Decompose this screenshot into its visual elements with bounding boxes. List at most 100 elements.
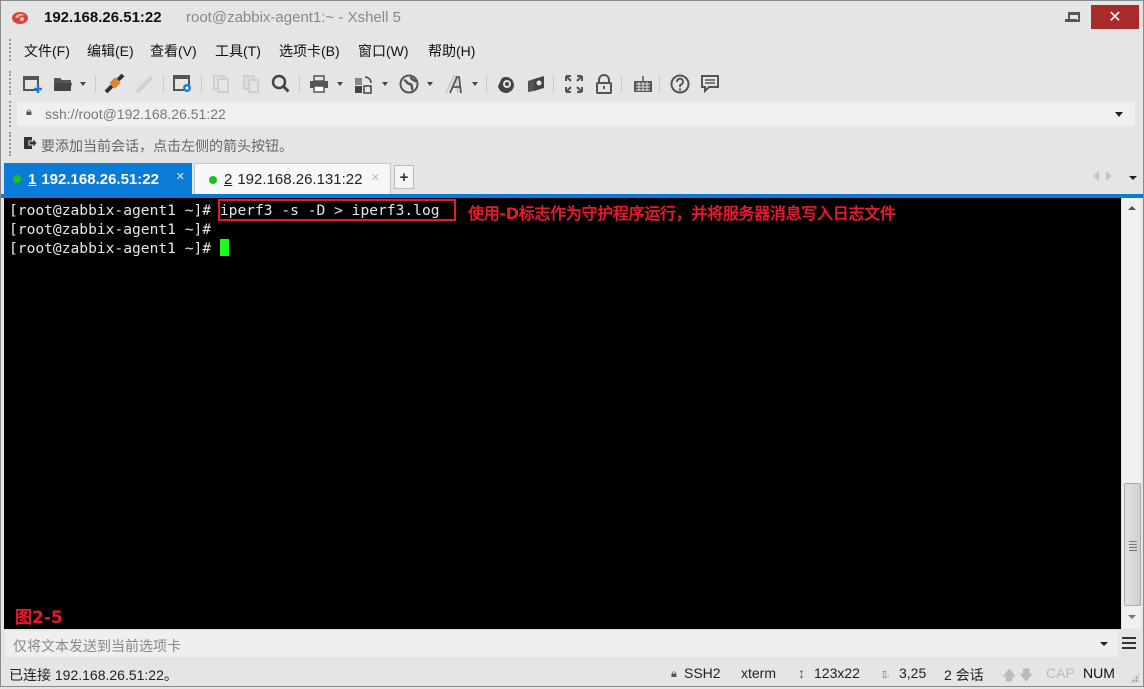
transfer-button[interactable]: [353, 73, 375, 95]
globe-dropdown-icon[interactable]: [427, 82, 433, 86]
caps-lock-indicator: CAP: [1046, 665, 1075, 681]
connect-button[interactable]: [103, 73, 125, 95]
compose-menu-icon[interactable]: [1122, 637, 1136, 652]
session-hint-text: 要添加当前会话，点击左侧的箭头按钮。: [41, 138, 293, 154]
tab-scroll-left-icon[interactable]: [1093, 171, 1099, 181]
print-icon: [310, 75, 328, 93]
toolbar-separator: [95, 75, 96, 93]
keyboard-icon: [634, 76, 652, 92]
terminal-size-status: 123x22: [814, 665, 860, 681]
shell-prompt: [root@zabbix-agent1 ~]#: [9, 221, 220, 238]
fullscreen-button[interactable]: [563, 73, 585, 95]
font-button[interactable]: [444, 73, 466, 95]
properties-icon: [173, 75, 191, 92]
xftp-button[interactable]: [495, 73, 517, 95]
close-button[interactable]: ✕: [1091, 5, 1139, 29]
xftp-icon: [498, 76, 514, 93]
toolbar-separator: [621, 75, 622, 93]
tab-label: 192.168.26.51:22: [41, 170, 159, 188]
toolbar-separator: [659, 75, 660, 93]
scrollbar-thumb[interactable]: [1124, 483, 1141, 606]
tab-scroll-right-icon[interactable]: [1106, 171, 1112, 181]
toolbar-separator: [553, 75, 554, 93]
address-bar[interactable]: 🔒︎ ssh://root@192.168.26.51:22: [17, 102, 1135, 126]
address-dropdown-icon[interactable]: [1115, 112, 1123, 117]
menu-help[interactable]: 帮助(H): [428, 41, 475, 61]
status-bar: 已连接 192.168.26.51:22。 🔒︎ SSH2 xterm ↕ 12…: [1, 660, 1143, 686]
toolbar-separator: [163, 75, 164, 93]
disconnect-icon: [135, 75, 154, 94]
open-button[interactable]: [52, 73, 74, 95]
hintbar-grip[interactable]: [9, 132, 11, 156]
menu-tools[interactable]: 工具(T): [215, 41, 261, 61]
thumb-grip-icon: [1129, 541, 1137, 553]
new-session-button[interactable]: [22, 73, 44, 95]
xmanager-button[interactable]: [525, 73, 547, 95]
menubar-grip[interactable]: [9, 39, 11, 61]
toolbar-grip[interactable]: [9, 71, 11, 95]
title-bar: 192.168.26.51:22 root@zabbix-agent1:~ - …: [1, 1, 1143, 35]
tab-list-dropdown-icon[interactable]: [1129, 176, 1137, 180]
toolbar: [1, 67, 1143, 99]
menu-window[interactable]: 窗口(W): [358, 41, 409, 61]
window-resize-grip[interactable]: [1129, 673, 1139, 683]
new-tab-button[interactable]: +: [394, 165, 414, 189]
globe-button[interactable]: [398, 73, 420, 95]
terminal-output[interactable]: [root@zabbix-agent1 ~]# iperf3 -s -D > i…: [4, 198, 1121, 629]
lock-button[interactable]: [593, 73, 615, 95]
help-button[interactable]: [669, 73, 691, 95]
session-count-status: 2 会话: [944, 667, 984, 683]
tab-session-1[interactable]: 1 192.168.26.51:22 ✕: [4, 163, 192, 195]
xshell-window: 192.168.26.51:22 root@zabbix-agent1:~ - …: [0, 0, 1144, 687]
address-input[interactable]: ssh://root@192.168.26.51:22: [45, 106, 226, 122]
lock-icon: 🔒︎: [671, 668, 677, 680]
xshell-logo-icon: [12, 12, 28, 24]
find-icon: [271, 74, 290, 93]
scroll-up-icon[interactable]: [1128, 206, 1136, 210]
annotation-text: 使用-D标志作为守护程序运行，并将服务器消息写入日志文件: [468, 204, 896, 223]
shell-prompt: [root@zabbix-agent1 ~]#: [9, 240, 220, 257]
copy-icon: [213, 75, 229, 93]
open-folder-icon: [54, 78, 72, 91]
tab-close-icon[interactable]: ✕: [371, 171, 380, 184]
menu-tabs[interactable]: 选项卡(B): [279, 41, 340, 61]
connection-status: 已连接 192.168.26.51:22。: [9, 667, 178, 683]
download-arrow-icon: 🡇: [1019, 667, 1034, 683]
connected-status-icon: [209, 175, 217, 184]
transfer-dropdown-icon[interactable]: [382, 82, 388, 86]
open-dropdown-icon[interactable]: [80, 82, 86, 86]
transfer-icon: [355, 76, 372, 94]
disconnect-button[interactable]: [134, 73, 156, 95]
print-button[interactable]: [308, 73, 330, 95]
copy-button[interactable]: [210, 73, 232, 95]
compose-input[interactable]: 仅将文本发送到当前选项卡: [13, 636, 181, 656]
find-button[interactable]: [270, 73, 292, 95]
toolbar-separator: [299, 75, 300, 93]
compose-bar[interactable]: 仅将文本发送到当前选项卡: [5, 631, 1118, 657]
maximize-button[interactable]: [1057, 5, 1091, 29]
menu-view[interactable]: 查看(V): [150, 41, 197, 61]
scroll-down-icon[interactable]: [1128, 615, 1136, 619]
window-title: root@zabbix-agent1:~ - Xshell 5: [186, 9, 401, 26]
keyboard-button[interactable]: [632, 73, 654, 95]
properties-button[interactable]: [172, 73, 194, 95]
num-lock-indicator: NUM: [1083, 665, 1115, 681]
addressbar-grip[interactable]: [9, 101, 11, 127]
paste-button[interactable]: [240, 73, 262, 95]
font-dropdown-icon[interactable]: [472, 82, 478, 86]
tab-session-2[interactable]: 2 192.168.26.131:22 ✕: [194, 163, 391, 195]
new-session-icon: [23, 76, 42, 93]
print-dropdown-icon[interactable]: [337, 82, 343, 86]
terminal-cursor: [219, 239, 229, 256]
terminal-scrollbar[interactable]: [1121, 198, 1141, 629]
connect-icon: [104, 73, 125, 94]
compose-dropdown-icon[interactable]: [1100, 642, 1108, 646]
upload-arrow-icon: 🡅: [1002, 667, 1017, 683]
menu-file[interactable]: 文件(F): [24, 41, 70, 61]
tab-label: 192.168.26.131:22: [237, 171, 363, 188]
connected-status-icon: [13, 175, 21, 183]
chat-button[interactable]: [699, 73, 721, 95]
add-session-arrow-icon[interactable]: [23, 136, 37, 150]
tab-close-icon[interactable]: ✕: [176, 170, 185, 183]
menu-edit[interactable]: 编辑(E): [87, 41, 134, 61]
